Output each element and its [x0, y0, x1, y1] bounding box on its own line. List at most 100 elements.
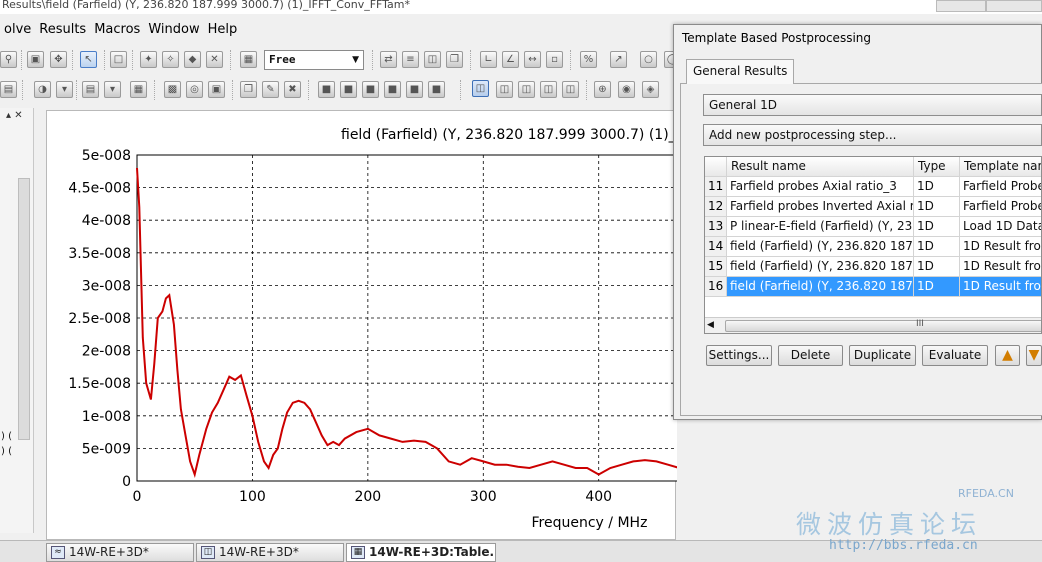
panel-scrollbar[interactable]: [18, 178, 30, 440]
table-row[interactable]: 11 Farfield probes Axial ratio_3 1D Farfiel…: [705, 177, 1041, 197]
navigation-tree-panel: ▴ ✕ ) ( ) (: [0, 108, 34, 533]
category-dropdown[interactable]: General 1D: [703, 94, 1042, 116]
table-row[interactable]: 12Farfield probes Inverted Axial ratio1D…: [705, 197, 1041, 217]
probe-icon[interactable]: ↗: [610, 51, 627, 68]
view-right-icon[interactable]: ■: [384, 81, 401, 98]
boolean-icon[interactable]: ◑: [34, 81, 51, 98]
row-number: 14: [705, 237, 727, 257]
doc-tab-3-active[interactable]: ▦ 14W-RE+3D:Table...: [346, 543, 496, 562]
farfield-line-chart[interactable]: 010020030040050060070005e-0091e-0081.5e-…: [47, 111, 677, 541]
field-icon[interactable]: ◉: [618, 81, 635, 98]
menu-macros[interactable]: Macros: [90, 22, 144, 37]
y-tick-label: 2e-008: [82, 344, 131, 360]
y-tick-label: 4.5e-008: [68, 181, 131, 197]
evaluate-button[interactable]: Evaluate: [922, 345, 988, 366]
plot-3d-icon[interactable]: ◫: [518, 81, 535, 98]
distance-icon[interactable]: ↔: [524, 51, 541, 68]
pick-edge-icon[interactable]: ✧: [162, 51, 179, 68]
view-bottom-icon[interactable]: ■: [428, 81, 445, 98]
scroll-left-icon[interactable]: ◀: [707, 320, 714, 330]
minimize-button[interactable]: [936, 0, 986, 12]
plot-polar-icon[interactable]: ◫: [540, 81, 557, 98]
y-tick-label: 3.5e-008: [68, 246, 131, 262]
menu-solve[interactable]: olve: [0, 22, 35, 37]
doc-tab-1[interactable]: ≈ 14W-RE+3D*: [46, 543, 194, 562]
fit-view-icon[interactable]: ▣: [27, 51, 44, 68]
doc-tab-label: 14W-RE+3D:Table...: [369, 545, 496, 559]
plot-area[interactable]: 010020030040050060070005e-0091e-0081.5e-…: [46, 110, 677, 541]
grid-icon[interactable]: ▦: [130, 81, 147, 98]
pick-point-icon[interactable]: ✦: [140, 51, 157, 68]
view-left-icon[interactable]: ■: [362, 81, 379, 98]
plot-2d-icon[interactable]: ◫: [496, 81, 513, 98]
x-tick-label: 200: [354, 489, 381, 505]
align-icon[interactable]: ≡: [402, 51, 419, 68]
scroll-thumb[interactable]: III: [725, 319, 1041, 332]
table-row[interactable]: 15 field (Farfield) (Y, 236.820 187.99 1D 1…: [705, 257, 1041, 277]
y-tick-label: 1.5e-008: [68, 376, 131, 392]
view-top-icon[interactable]: ■: [406, 81, 423, 98]
plot-1d-icon[interactable]: ◫: [472, 80, 489, 97]
cell-result-name: field (Farfield) (Y, 236.820 187.99: [727, 277, 914, 297]
tab-general-results[interactable]: General Results: [686, 59, 795, 84]
doc-tab-2[interactable]: ◫ 14W-RE+3D*: [196, 543, 344, 562]
delete-button[interactable]: Delete: [778, 345, 843, 366]
mesh-mode-select[interactable]: Free ▼: [264, 50, 364, 70]
menu-help[interactable]: Help: [204, 22, 242, 37]
column-type[interactable]: Type: [914, 157, 960, 177]
crosshair-icon[interactable]: ⊕: [594, 81, 611, 98]
local-wcs-icon[interactable]: ▤: [82, 81, 99, 98]
table-row[interactable]: 14 field (Farfield) (Y, 236.820 187.99 1D 1…: [705, 237, 1041, 257]
view-back-icon[interactable]: ■: [340, 81, 357, 98]
area-icon[interactable]: ▫: [546, 51, 563, 68]
mesh-mode-icon[interactable]: ▦: [240, 51, 257, 68]
zoom-icon[interactable]: ⚲: [0, 51, 17, 68]
move-down-icon[interactable]: ▼: [1026, 345, 1042, 366]
column-template-name[interactable]: Template nam: [960, 157, 1041, 177]
mirror-icon[interactable]: ◫: [424, 51, 441, 68]
cell-result-name: P linear-E-field (Farfield) (Y, 236.8: [727, 217, 914, 237]
close-button[interactable]: [986, 0, 1042, 12]
plot-smith-icon[interactable]: ◫: [562, 81, 579, 98]
pan-icon[interactable]: ✥: [50, 51, 67, 68]
history-icon[interactable]: ▤: [0, 81, 17, 98]
wcs-menu-icon[interactable]: ▾: [104, 81, 121, 98]
table-hscrollbar[interactable]: ◀ III: [705, 317, 1041, 333]
copy-icon[interactable]: ❐: [240, 81, 257, 98]
x-tick-label: 400: [585, 489, 612, 505]
add-step-dropdown[interactable]: Add new postprocessing step...: [703, 124, 1042, 146]
transparency-icon[interactable]: ▣: [208, 81, 225, 98]
transform-icon[interactable]: ⇄: [380, 51, 397, 68]
percent-icon[interactable]: %: [580, 51, 597, 68]
duplicate-button[interactable]: Duplicate: [849, 345, 916, 366]
cube-icon[interactable]: □: [110, 51, 127, 68]
view-front-icon[interactable]: ■: [318, 81, 335, 98]
wireframe-icon[interactable]: ◎: [186, 81, 203, 98]
paste-icon[interactable]: ✎: [262, 81, 279, 98]
x-tick-label: 100: [239, 489, 266, 505]
select-pointer-icon[interactable]: ↖: [80, 51, 97, 68]
panel-controls[interactable]: ▴ ✕: [6, 110, 23, 121]
pick-clear-icon[interactable]: ✕: [206, 51, 223, 68]
angle-icon[interactable]: ∠: [502, 51, 519, 68]
settings-button[interactable]: Settings...: [706, 345, 772, 366]
copy-shape-icon[interactable]: ❐: [446, 51, 463, 68]
move-up-icon[interactable]: ▲: [995, 345, 1020, 366]
results-table: Result name Type Template nam 11 Farfield…: [704, 156, 1042, 334]
sphere-icon[interactable]: ○: [640, 51, 657, 68]
cut-icon[interactable]: ✖: [284, 81, 301, 98]
table-row[interactable]: 13 P linear-E-field (Farfield) (Y, 236.8 1…: [705, 217, 1041, 237]
menu-window[interactable]: Window: [144, 22, 203, 37]
table-row[interactable]: 16 field (Farfield) (Y, 236.820 187.99 1D 1…: [705, 277, 1041, 297]
row-number: 15: [705, 257, 727, 277]
pick-face-icon[interactable]: ◆: [184, 51, 201, 68]
sv-icon[interactable]: ◈: [642, 81, 659, 98]
shade-icon[interactable]: ▩: [164, 81, 181, 98]
measure-icon[interactable]: ∟: [480, 51, 497, 68]
boolean-menu-icon[interactable]: ▾: [56, 81, 73, 98]
menu-results[interactable]: Results: [35, 22, 90, 37]
y-tick-label: 5e-009: [82, 441, 131, 457]
column-result-name[interactable]: Result name: [727, 157, 914, 177]
x-tick-label: 0: [133, 489, 142, 505]
cell-type: 1D: [914, 257, 960, 277]
